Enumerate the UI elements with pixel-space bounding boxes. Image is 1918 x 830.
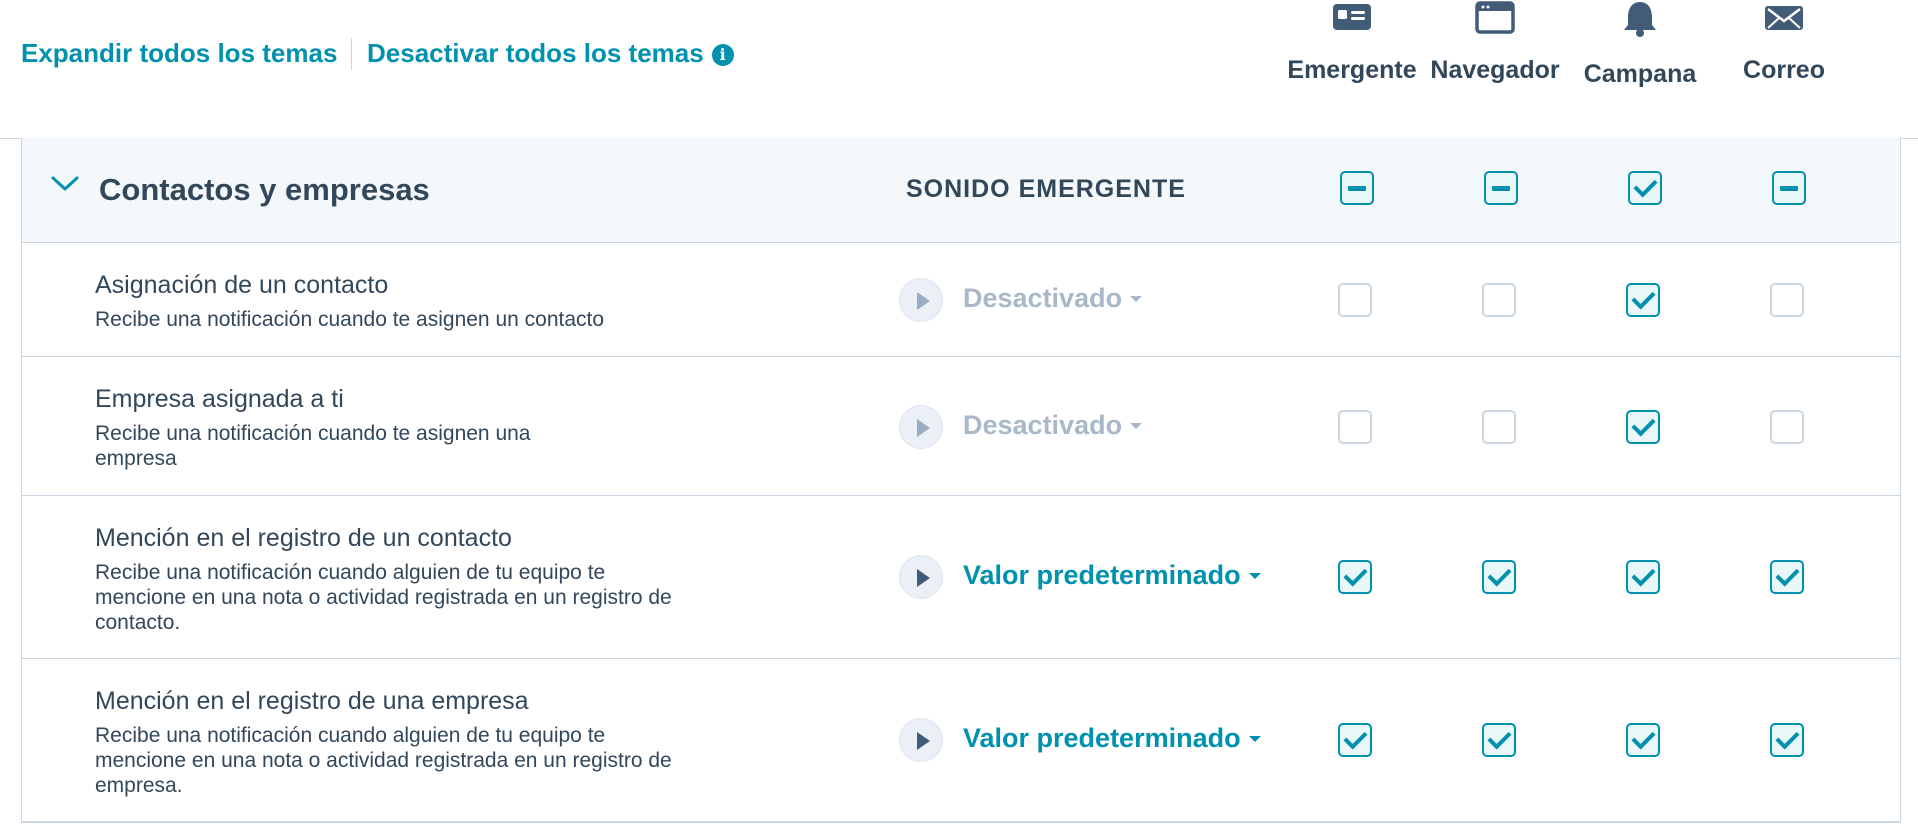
disable-all-topics-link[interactable]: Desactivar todos los temas i	[367, 38, 734, 69]
popup-sound-column-header: SONIDO EMERGENTE	[906, 175, 1186, 203]
play-sound-button[interactable]	[899, 555, 943, 599]
topic-group-title: Contactos y empresas	[99, 172, 430, 207]
notification-row: Asignación de un contacto Recibe una not…	[22, 243, 1900, 357]
sound-dropdown-value[interactable]: Valor predeterminado	[963, 560, 1241, 590]
channel-label-bell: Campana	[1583, 60, 1697, 88]
browser-checkbox[interactable]	[1482, 723, 1516, 757]
bell-checkbox[interactable]	[1626, 560, 1660, 594]
email-checkbox[interactable]	[1770, 410, 1804, 444]
notification-title: Empresa asignada a ti	[95, 385, 344, 413]
sound-dropdown-value[interactable]: Desactivado	[963, 283, 1122, 313]
notification-description: Recibe una notificación cuando alguien d…	[95, 561, 672, 634]
channel-header-email: Correo	[1714, 0, 1854, 85]
notification-topics-panel: Contactos y empresas SONIDO EMERGENTE As…	[21, 138, 1901, 823]
group-bell-checkbox[interactable]	[1628, 171, 1662, 205]
group-popup-checkbox[interactable]	[1340, 171, 1374, 205]
notification-row: Empresa asignada a ti Recibe una notific…	[22, 357, 1900, 496]
notification-row: Mención en el registro de una empresa Re…	[22, 659, 1900, 822]
popup-checkbox[interactable]	[1338, 723, 1372, 757]
popup-checkbox[interactable]	[1338, 560, 1372, 594]
chevron-down-icon[interactable]	[50, 174, 80, 194]
email-checkbox[interactable]	[1770, 723, 1804, 757]
notification-description: Recibe una notificación cuando te asigne…	[95, 422, 531, 470]
channel-header-popup: Emergente	[1282, 0, 1422, 85]
notification-toolbar: Expandir todos los temas Desactivar todo…	[0, 0, 1918, 139]
envelope-icon	[1765, 6, 1803, 30]
bell-checkbox[interactable]	[1626, 723, 1660, 757]
notification-title: Mención en el registro de un contacto	[95, 524, 512, 552]
browser-checkbox[interactable]	[1482, 283, 1516, 317]
sound-dropdown-value[interactable]: Desactivado	[963, 410, 1122, 440]
channel-header-browser: Navegador	[1425, 0, 1565, 85]
channel-label-browser: Navegador	[1430, 56, 1560, 84]
play-sound-button[interactable]	[899, 405, 943, 449]
bell-icon	[1624, 2, 1656, 37]
caret-down-icon[interactable]	[1130, 423, 1143, 429]
caret-down-icon[interactable]	[1248, 573, 1261, 579]
play-sound-button[interactable]	[899, 278, 943, 322]
toolbar-divider	[351, 38, 352, 70]
sound-dropdown[interactable]: Valor predeterminado	[963, 723, 1261, 754]
browser-window-icon	[1475, 1, 1515, 34]
notification-title: Mención en el registro de una empresa	[95, 687, 529, 715]
expand-all-topics-link[interactable]: Expandir todos los temas	[21, 38, 337, 69]
info-icon[interactable]: i	[711, 44, 734, 66]
sound-dropdown[interactable]: Valor predeterminado	[963, 560, 1261, 591]
browser-checkbox[interactable]	[1482, 410, 1516, 444]
disable-all-topics-label[interactable]: Desactivar todos los temas	[367, 38, 704, 68]
notification-title: Asignación de un contacto	[95, 271, 389, 299]
browser-checkbox[interactable]	[1482, 560, 1516, 594]
notification-description: Recibe una notificación cuando alguien d…	[95, 724, 672, 797]
caret-down-icon[interactable]	[1248, 736, 1261, 742]
bell-checkbox[interactable]	[1626, 283, 1660, 317]
channel-header-bell: Campana	[1570, 0, 1710, 89]
sound-dropdown-value[interactable]: Valor predeterminado	[963, 723, 1241, 753]
channel-label-email: Correo	[1743, 56, 1825, 84]
play-sound-button[interactable]	[899, 718, 943, 762]
email-checkbox[interactable]	[1770, 560, 1804, 594]
bell-checkbox[interactable]	[1626, 410, 1660, 444]
group-email-checkbox[interactable]	[1772, 171, 1806, 205]
topic-group-header[interactable]: Contactos y empresas SONIDO EMERGENTE	[22, 138, 1900, 243]
channel-label-popup: Emergente	[1287, 56, 1417, 84]
sound-dropdown[interactable]: Desactivado	[963, 410, 1143, 441]
popup-checkbox[interactable]	[1338, 283, 1372, 317]
notification-description: Recibe una notificación cuando te asigne…	[95, 308, 605, 331]
popup-checkbox[interactable]	[1338, 410, 1372, 444]
email-checkbox[interactable]	[1770, 283, 1804, 317]
sound-dropdown[interactable]: Desactivado	[963, 283, 1143, 314]
caret-down-icon[interactable]	[1130, 296, 1143, 302]
notification-row: Mención en el registro de un contacto Re…	[22, 496, 1900, 659]
group-browser-checkbox[interactable]	[1484, 171, 1518, 205]
popup-card-icon	[1333, 4, 1371, 30]
